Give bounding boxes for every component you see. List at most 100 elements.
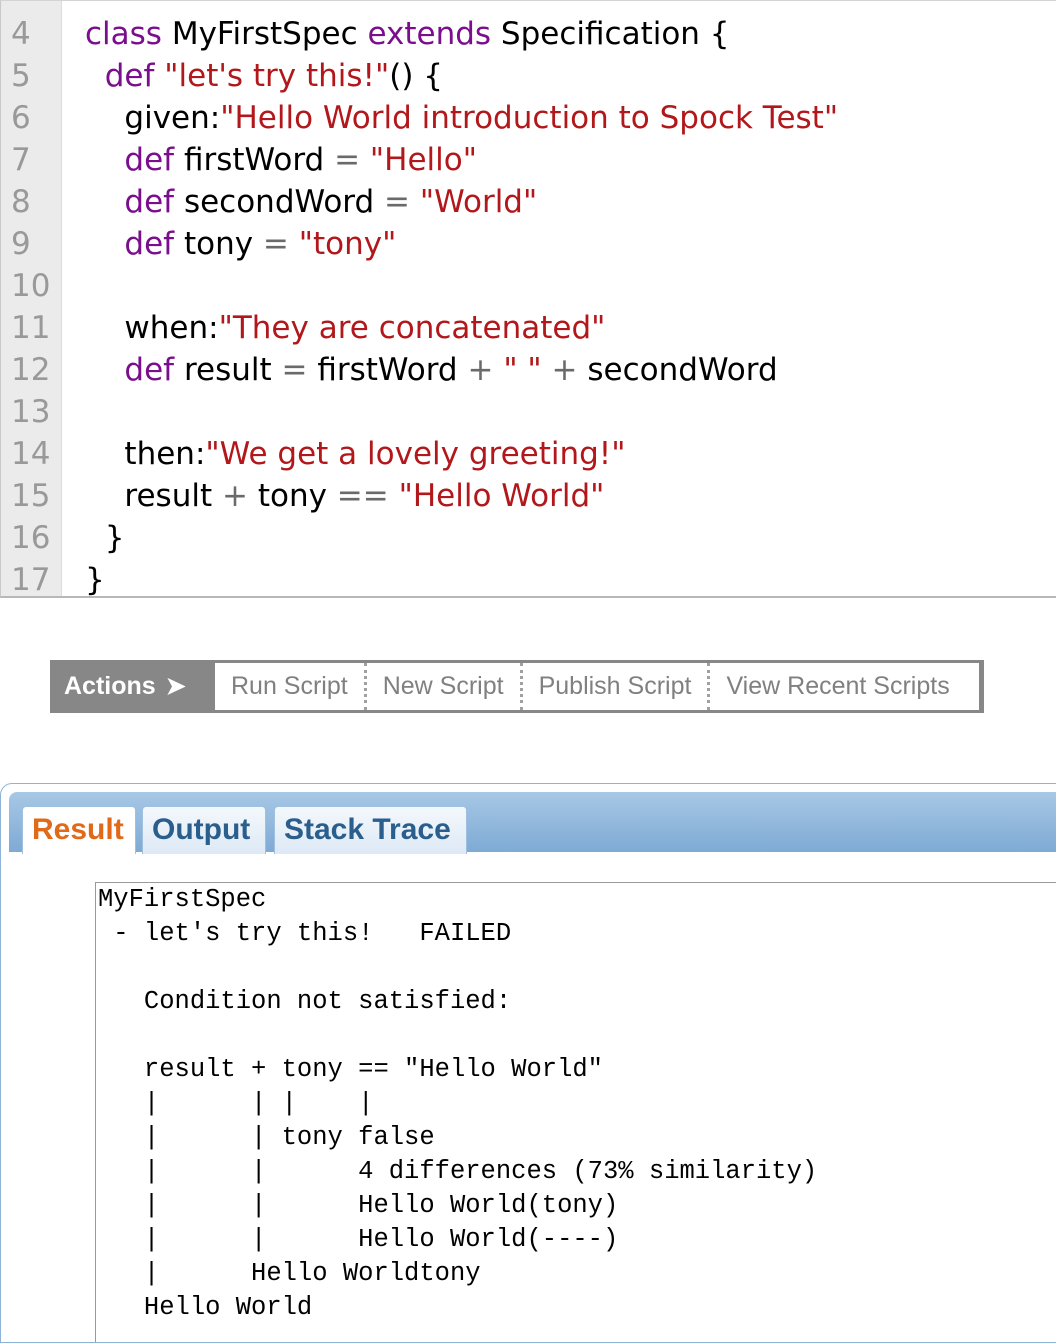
code-token: } <box>85 520 125 556</box>
line-number: 17 <box>11 562 51 598</box>
code-string: "tony" <box>298 226 397 262</box>
run-script-button[interactable]: Run Script <box>215 663 367 710</box>
line-number: 13 <box>11 394 51 430</box>
code-token: result <box>174 352 282 388</box>
result-line: result + tony == "Hello World" <box>98 1055 603 1084</box>
code-token: secondWord <box>174 184 385 220</box>
code-line[interactable]: 8 def secondWord = "World" <box>1 181 1056 223</box>
code-text: then:"We get a lovely greeting!" <box>85 433 626 475</box>
line-number: 11 <box>11 310 51 346</box>
code-token: } <box>85 562 105 598</box>
code-string: "We get a lovely greeting!" <box>205 436 626 472</box>
line-number: 8 <box>11 184 31 220</box>
code-text: given:"Hello World introduction to Spock… <box>85 97 838 139</box>
code-keyword: class <box>85 16 162 52</box>
code-token: given: <box>85 100 221 136</box>
tab-stack-trace[interactable]: Stack Trace <box>274 806 467 854</box>
code-line[interactable]: 6 given:"Hello World introduction to Spo… <box>1 97 1056 139</box>
code-string: "Hello World introduction to Spock Test" <box>220 100 839 136</box>
code-line[interactable]: 9 def tony = "tony" <box>1 223 1056 265</box>
arrow-right-icon: ➤ <box>165 673 186 700</box>
result-line <box>98 1019 1056 1053</box>
tab-output[interactable]: Output <box>142 806 266 854</box>
code-keyword: def <box>104 58 155 94</box>
result-line: Hello World <box>98 1293 313 1322</box>
code-line[interactable]: 4 class MyFirstSpec extends Specification… <box>1 13 1056 55</box>
code-token: firstWord <box>307 352 468 388</box>
actions-menu: Run Script New Script Publish Script Vie… <box>215 663 979 710</box>
code-token: () { <box>389 58 443 94</box>
code-operator: + <box>221 478 248 514</box>
code-keyword: def <box>124 352 175 388</box>
result-output-box: MyFirstSpec - let's try this! FAILED Con… <box>95 882 1056 1342</box>
code-text: when:"They are concatenated" <box>85 307 605 349</box>
line-number: 10 <box>11 268 51 304</box>
code-line[interactable]: 15 result + tony == "Hello World" <box>1 475 1056 517</box>
code-keyword: def <box>124 226 175 262</box>
publish-script-button[interactable]: Publish Script <box>523 663 711 710</box>
code-line[interactable]: 10 <box>1 265 1056 307</box>
code-operator: = <box>262 226 289 262</box>
actions-bar: Actions ➤ Run Script New Script Publish S… <box>50 660 984 713</box>
tab-result[interactable]: Result <box>22 806 136 854</box>
line-number: 14 <box>11 436 51 472</box>
code-operator: == <box>336 478 389 514</box>
code-operator: = <box>281 352 308 388</box>
code-operator: + <box>467 352 494 388</box>
code-line[interactable]: 17} <box>1 559 1056 598</box>
line-number: 15 <box>11 478 51 514</box>
view-recent-scripts-button[interactable]: View Recent Scripts <box>710 663 965 710</box>
code-token: tony <box>174 226 263 262</box>
result-line: | | Hello World(tony) <box>98 1191 619 1220</box>
code-line[interactable]: 16 } <box>1 517 1056 559</box>
code-token: secondWord <box>577 352 778 388</box>
code-string: "Hello World" <box>398 478 605 514</box>
code-keyword: def <box>124 142 175 178</box>
code-line[interactable]: 11 when:"They are concatenated" <box>1 307 1056 349</box>
code-text: } <box>85 517 125 559</box>
code-line[interactable]: 7 def firstWord = "Hello" <box>1 139 1056 181</box>
result-output-text: MyFirstSpec - let's try this! FAILED Con… <box>96 883 1056 1325</box>
code-operator: + <box>551 352 578 388</box>
code-editor[interactable]: 4 class MyFirstSpec extends Specification… <box>0 0 1056 598</box>
code-line[interactable]: 5 def "let's try this!"() { <box>1 55 1056 97</box>
code-text: def result = firstWord + " " + secondWor… <box>85 349 778 391</box>
result-line: | | | | <box>98 1089 374 1118</box>
result-line: MyFirstSpec <box>98 885 267 914</box>
code-string: "let's try this!" <box>164 58 390 94</box>
code-string: " " <box>503 352 542 388</box>
code-keyword: extends <box>367 16 492 52</box>
result-line <box>98 951 1056 985</box>
new-script-button[interactable]: New Script <box>367 663 523 710</box>
code-line[interactable]: 12 def result = firstWord + " " + second… <box>1 349 1056 391</box>
code-token: MyFirstSpec <box>161 16 368 52</box>
code-text: def tony = "tony" <box>85 223 396 265</box>
result-line: | | tony false <box>98 1123 435 1152</box>
code-operator: = <box>384 184 411 220</box>
code-text: def "let's try this!"() { <box>85 55 443 97</box>
result-panel: Result Output Stack Trace MyFirstSpec - … <box>0 783 1056 1343</box>
code-text: def secondWord = "World" <box>85 181 537 223</box>
actions-label: Actions ➤ <box>64 660 186 713</box>
result-line: | | Hello World(----) <box>98 1225 619 1254</box>
code-line[interactable]: 14 then:"We get a lovely greeting!" <box>1 433 1056 475</box>
line-number: 6 <box>11 100 31 136</box>
code-token: firstWord <box>174 142 335 178</box>
code-string: "They are concatenated" <box>218 310 606 346</box>
code-keyword: def <box>124 184 175 220</box>
line-number: 9 <box>11 226 31 262</box>
code-line[interactable]: 13 <box>1 391 1056 433</box>
result-line: - let's try this! FAILED <box>98 919 512 948</box>
code-text: } <box>85 559 105 598</box>
code-token: result <box>85 478 222 514</box>
